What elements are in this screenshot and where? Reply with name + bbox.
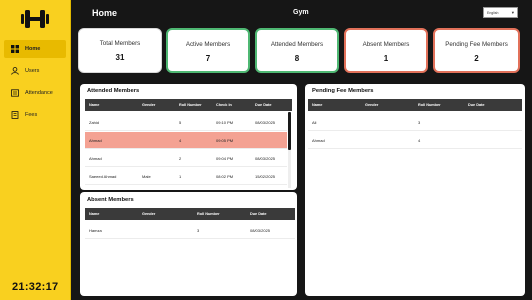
table-row[interactable]: Hamza 3 08/03/2025 xyxy=(85,222,295,239)
card-value: 2 xyxy=(474,54,479,63)
card-attended-members: Attended Members 8 xyxy=(255,28,339,73)
cell-checkin: 08:02 PM xyxy=(216,173,234,179)
cell-checkin: 09:04 PM xyxy=(216,155,234,161)
card-value: 31 xyxy=(115,53,125,62)
table-header: Name Gender Roll Number Check In Due Dat… xyxy=(85,99,292,111)
table-header: Name Gender Roll Number Due Date xyxy=(308,99,522,111)
panel-title: Absent Members xyxy=(87,197,134,203)
cell-due-date: 08/03/2025 xyxy=(250,227,271,233)
cell-name: Ali xyxy=(312,119,317,125)
column-header: Roll Number xyxy=(197,212,220,216)
table-row[interactable]: Ahmad 4 xyxy=(308,132,522,149)
card-total-members: Total Members 31 xyxy=(78,28,162,73)
cell-gender: Male xyxy=(142,173,151,179)
card-label: Absent Members xyxy=(362,41,410,48)
cell-roll: 4 xyxy=(418,137,421,143)
card-label: Active Members xyxy=(185,41,231,48)
absent-members-panel: Absent Members Name Gender Roll Number D… xyxy=(80,192,297,296)
card-pending-fee-members: Pending Fee Members 2 xyxy=(433,28,520,73)
attended-members-panel: Attended Members Name Gender Roll Number… xyxy=(80,84,297,190)
users-icon xyxy=(11,67,19,75)
cell-due-date: 15/02/2025 xyxy=(255,173,276,179)
cell-name: Hamza xyxy=(89,227,102,233)
column-header: Due Date xyxy=(468,103,485,107)
cell-name: Ahmad xyxy=(312,137,325,143)
sidebar-nav: Home Users Attendance Fees xyxy=(4,40,66,128)
column-header: Gender xyxy=(142,103,156,107)
cell-due-date: 08/03/2025 xyxy=(255,119,276,125)
cell-roll: 2 xyxy=(179,155,182,161)
language-value: English xyxy=(487,10,499,15)
cell-roll: 4 xyxy=(179,137,182,143)
cell-name: Ahmad xyxy=(89,155,102,161)
sidebar-item-home[interactable]: Home xyxy=(4,40,66,58)
cell-roll: 5 xyxy=(179,119,182,125)
sidebar: Home Users Attendance Fees 21:32:17 xyxy=(0,0,71,300)
fees-icon xyxy=(11,111,19,119)
column-header: Name xyxy=(312,103,323,107)
column-header: Check In xyxy=(216,103,232,107)
sidebar-item-label: Home xyxy=(25,46,41,52)
cell-name: Saeeed Ahmad xyxy=(89,173,117,179)
attendance-icon xyxy=(11,89,19,97)
card-label: Attended Members xyxy=(270,41,324,48)
cell-checkin: 09:05 PM xyxy=(216,137,234,143)
table-row[interactable]: Ali 3 xyxy=(308,114,522,131)
clock: 21:32:17 xyxy=(12,281,59,293)
sidebar-item-users[interactable]: Users xyxy=(4,62,66,80)
language-select[interactable]: English ▾ xyxy=(483,7,518,18)
pending-fee-members-panel: Pending Fee Members Name Gender Roll Num… xyxy=(305,84,525,296)
column-header: Due Date xyxy=(250,212,267,216)
table-row-highlighted[interactable]: Ahmad 4 09:05 PM xyxy=(85,132,287,149)
table-row[interactable]: Saeeed Ahmad Male 1 08:02 PM 15/02/2025 xyxy=(85,168,287,185)
cell-name: Zahid xyxy=(89,119,100,125)
cell-roll: 3 xyxy=(197,227,200,233)
stat-cards: Total Members 31 Active Members 7 Attend… xyxy=(78,28,520,73)
page-title: Home xyxy=(92,8,118,18)
card-value: 8 xyxy=(294,54,300,63)
column-header: Roll Number xyxy=(418,103,441,107)
cell-roll: 3 xyxy=(418,119,421,125)
dumbbell-logo-icon xyxy=(20,8,50,30)
card-active-members: Active Members 7 xyxy=(166,28,250,73)
sidebar-item-fees[interactable]: Fees xyxy=(4,106,66,124)
cell-due-date: 08/03/2025 xyxy=(255,155,276,161)
cell-roll: 1 xyxy=(179,173,182,179)
cell-checkin: 09:10 PM xyxy=(216,119,234,125)
panel-title: Attended Members xyxy=(87,88,140,94)
card-label: Pending Fee Members xyxy=(445,41,508,48)
table-header: Name Gender Roll Number Due Date xyxy=(85,208,295,220)
card-label: Total Members xyxy=(99,40,141,47)
panel-title: Pending Fee Members xyxy=(312,88,374,94)
card-value: 7 xyxy=(205,54,211,63)
sidebar-item-label: Users xyxy=(25,68,40,74)
column-header: Gender xyxy=(142,212,156,216)
card-value: 1 xyxy=(383,54,389,63)
table-row[interactable]: Zahid 5 09:10 PM 08/03/2025 xyxy=(85,114,287,131)
scrollbar-thumb[interactable] xyxy=(288,112,291,150)
column-header: Roll Number xyxy=(179,103,202,107)
card-absent-members: Absent Members 1 xyxy=(344,28,428,73)
table-row[interactable]: Ahmad 2 09:04 PM 08/03/2025 xyxy=(85,150,287,167)
cell-name: Ahmad xyxy=(89,137,102,143)
column-header: Due Date xyxy=(255,103,272,107)
dashboard-icon xyxy=(11,45,19,53)
sidebar-item-attendance[interactable]: Attendance xyxy=(4,84,66,102)
column-header: Name xyxy=(89,212,100,216)
column-header: Gender xyxy=(365,103,379,107)
column-header: Name xyxy=(89,103,100,107)
sidebar-item-label: Fees xyxy=(25,112,38,118)
chevron-down-icon: ▾ xyxy=(511,9,514,15)
app-title: Gym xyxy=(293,9,309,16)
sidebar-item-label: Attendance xyxy=(25,90,53,96)
